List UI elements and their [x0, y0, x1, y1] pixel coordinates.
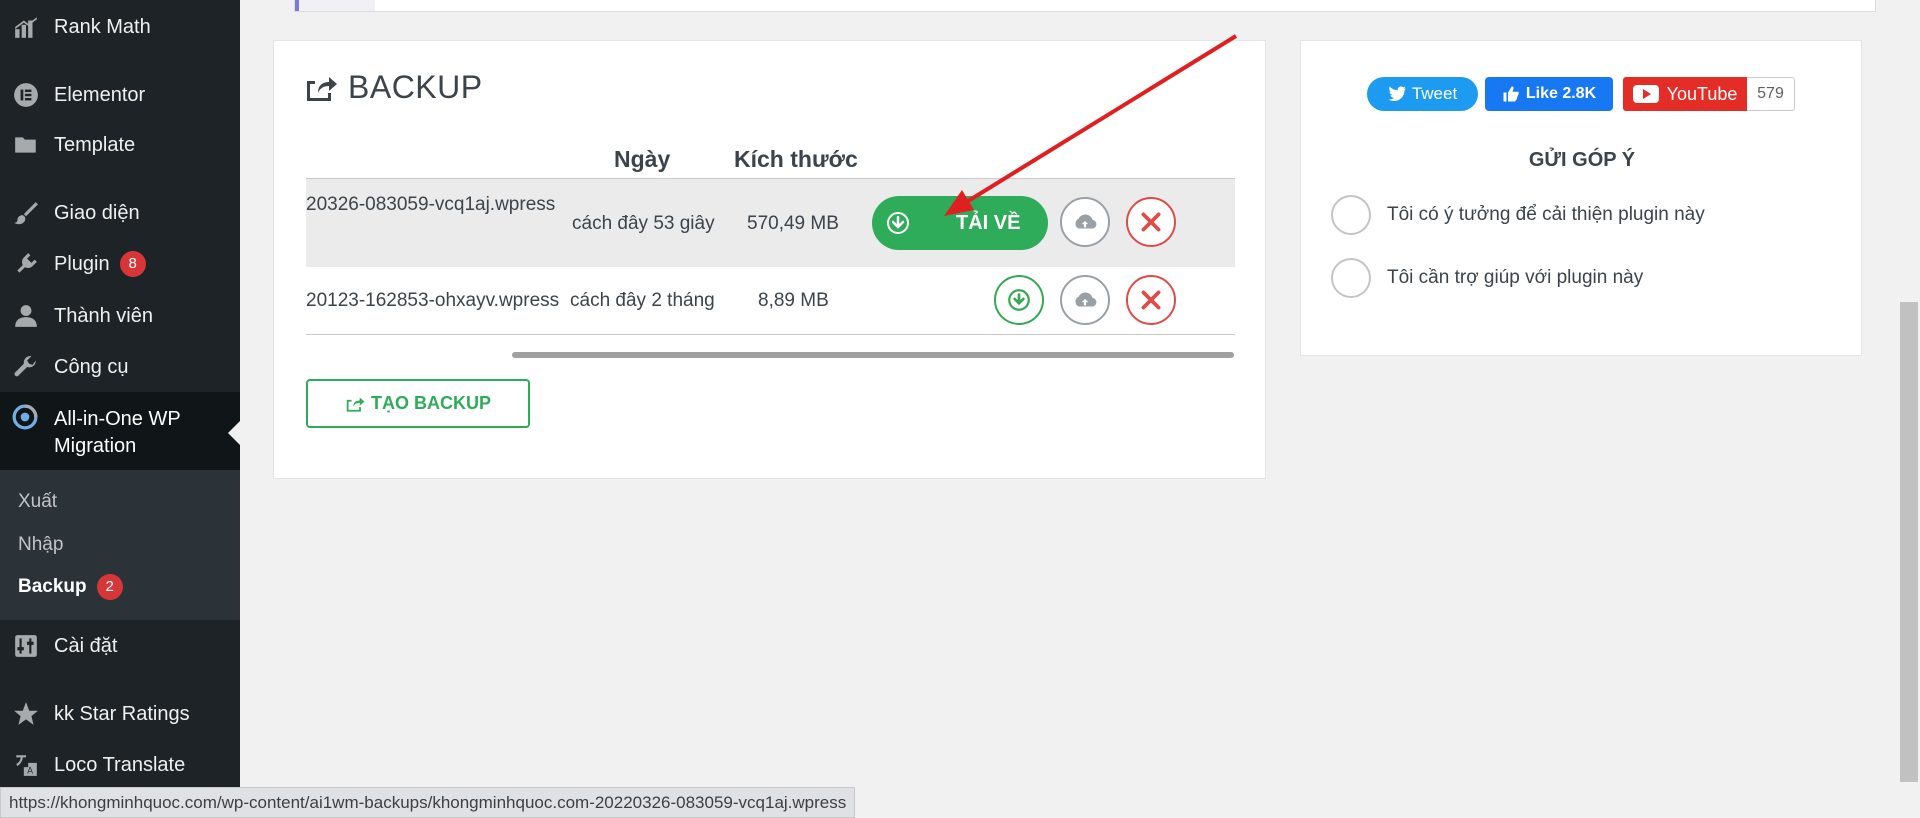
backup-size: 8,89 MB	[758, 290, 829, 311]
download-circle-icon	[887, 212, 909, 234]
youtube-subscribe-button[interactable]: YouTube	[1623, 77, 1747, 111]
star-icon	[12, 700, 40, 728]
feedback-title: GỬI GÓP Ý	[1528, 149, 1636, 171]
sidebar-item-plugin[interactable]: Plugin 8	[0, 247, 240, 281]
sidebar-item-label: Plugin	[54, 252, 110, 275]
feedback-option-label: Tôi có ý tưởng để cải thiện plugin này	[1387, 204, 1705, 225]
sidebar-item-kk-star-ratings[interactable]: kk Star Ratings	[0, 697, 240, 731]
scrollbar-thumb[interactable]	[1900, 302, 1918, 782]
sidebar-item-label: Loco Translate	[54, 753, 186, 776]
previous-panel-edge	[294, 0, 1876, 12]
sidebar-item-label: kk Star Ratings	[54, 702, 190, 725]
backup-date: cách đây 53 giây	[572, 213, 715, 234]
feedback-option-label: Tôi cần trợ giúp với plugin này	[1387, 267, 1644, 288]
feedback-option[interactable]: Tôi có ý tưởng để cải thiện plugin này	[1331, 195, 1705, 235]
plugin-update-badge: 8	[119, 251, 146, 277]
backup-filename: 20123-162853-ohxayv.wpress	[306, 290, 560, 311]
feedback-option[interactable]: Tôi cần trợ giúp với plugin này	[1331, 258, 1643, 298]
sidebar-item-settings[interactable]: Cài đặt	[0, 629, 240, 663]
download-button-label: TẢI VỀ	[956, 211, 1021, 234]
radio-button[interactable]	[1331, 258, 1371, 298]
share-export-icon	[346, 397, 365, 412]
sidebar-item-appearance[interactable]: Giao diện	[0, 196, 240, 230]
delete-backup-button[interactable]	[1126, 197, 1176, 247]
submenu-item-backup[interactable]: Backup 2	[18, 574, 123, 600]
sidebar-item-users[interactable]: Thành viên	[0, 299, 240, 333]
tweet-button[interactable]: Tweet	[1367, 77, 1478, 111]
cloud-upload-icon	[1075, 214, 1097, 229]
facebook-like-button[interactable]: Like 2.8K	[1485, 77, 1613, 111]
twitter-bird-icon	[1387, 86, 1406, 102]
close-icon	[1141, 290, 1161, 310]
sidebar-item-label: Migration	[54, 435, 137, 457]
sidebar-item-label: Cài đặt	[54, 634, 118, 657]
sidebar-item-elementor[interactable]: Elementor	[0, 78, 240, 112]
migration-icon	[12, 404, 40, 432]
sidebar-item-all-in-one-wp-migration[interactable]: All-in-One WP Migration	[0, 392, 240, 470]
thumbs-up-icon	[1503, 86, 1519, 102]
youtube-icon	[1632, 85, 1659, 103]
upload-cloud-button[interactable]	[1060, 197, 1110, 247]
download-circle-icon	[1008, 289, 1030, 311]
table-row: 20326-083059-vcq1aj.wpress cách đây 53 g…	[306, 178, 1235, 268]
migration-submenu: Xuất Nhập Backup 2	[0, 470, 240, 620]
youtube-subscriber-count: 579	[1747, 77, 1795, 111]
upload-cloud-button[interactable]	[1060, 275, 1110, 325]
chart-bars-icon	[12, 13, 40, 41]
brush-icon	[12, 199, 40, 227]
active-indicator-arrow	[228, 421, 240, 445]
sidebar-item-tools[interactable]: Công cụ	[0, 350, 240, 384]
backup-date: cách đây 2 tháng	[570, 290, 715, 311]
submenu-item-label: Backup	[18, 576, 87, 597]
download-backup-button[interactable]	[994, 275, 1044, 325]
user-icon	[12, 302, 40, 330]
column-header-date: Ngày	[614, 146, 671, 172]
tab-edge	[299, 0, 375, 11]
download-backup-button[interactable]: TẢI VỀ	[872, 196, 1048, 250]
cloud-upload-icon	[1075, 292, 1097, 307]
sidebar-item-rank-math[interactable]: Rank Math	[0, 10, 240, 44]
settings-icon	[12, 632, 40, 660]
create-backup-button[interactable]: TẠO BACKUP	[306, 379, 530, 428]
sidebar-item-template[interactable]: Template	[0, 128, 240, 162]
radio-button[interactable]	[1331, 195, 1371, 235]
table-row: 20123-162853-ohxayv.wpress cách đây 2 th…	[306, 267, 1235, 335]
backup-count-badge: 2	[96, 574, 123, 600]
admin-sidebar: Rank Math Elementor Template Giao diện P…	[0, 0, 240, 818]
page-title: BACKUP	[304, 69, 483, 106]
table-horizontal-scrollbar[interactable]	[512, 352, 1234, 358]
sidebar-item-loco-translate[interactable]: A Loco Translate	[0, 748, 240, 782]
page-scrollbar[interactable]	[1896, 0, 1920, 818]
sidebar-item-label: Công cụ	[54, 355, 129, 378]
sidebar-item-label: Thành viên	[54, 304, 153, 327]
translate-icon: A	[12, 751, 40, 779]
sidebar-item-label: Rank Math	[54, 15, 151, 38]
sidebar-item-label: Elementor	[54, 83, 146, 106]
folder-icon	[12, 131, 40, 159]
backup-size: 570,49 MB	[747, 213, 839, 234]
backup-panel: BACKUP Ngày Kích thước 20326-083059-vcq1…	[273, 40, 1266, 479]
plugin-icon	[12, 250, 40, 278]
wrench-icon	[12, 353, 40, 381]
submenu-item-import[interactable]: Nhập	[18, 534, 63, 556]
svg-text:A: A	[27, 767, 33, 777]
share-export-icon	[307, 76, 337, 101]
backup-filename: 20326-083059-vcq1aj.wpress	[306, 194, 556, 215]
submenu-item-export[interactable]: Xuất	[18, 491, 57, 513]
delete-backup-button[interactable]	[1126, 275, 1176, 325]
elementor-icon	[12, 81, 40, 109]
feedback-panel: Tweet Like 2.8K YouTube 579 GỬI GÓP Ý Tô…	[1300, 40, 1862, 356]
column-header-size: Kích thước	[734, 146, 858, 172]
sidebar-item-label: Template	[54, 133, 136, 156]
sidebar-item-label: All-in-One WP	[54, 408, 181, 430]
close-icon	[1141, 212, 1161, 232]
sidebar-item-label: Giao diện	[54, 201, 140, 224]
browser-status-bar: https://khongminhquoc.com/wp-content/ai1…	[0, 787, 856, 818]
